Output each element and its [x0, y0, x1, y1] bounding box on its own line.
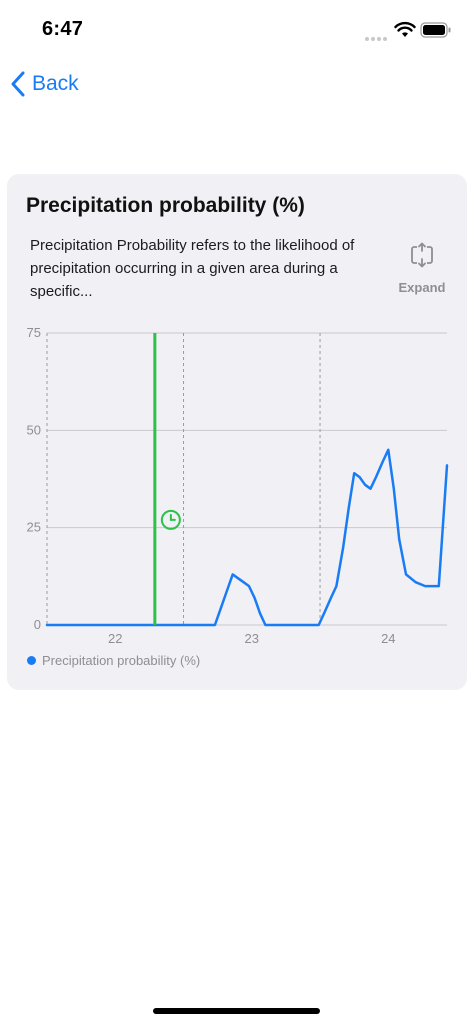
- home-indicator[interactable]: [153, 1008, 320, 1014]
- status-bar: 6:47: [0, 0, 473, 60]
- cellular-signal-icon: [365, 28, 389, 41]
- x-tick-label: 23: [245, 631, 259, 646]
- x-tick-label: 24: [381, 631, 395, 646]
- back-label: Back: [32, 72, 79, 95]
- back-button[interactable]: Back: [10, 66, 79, 102]
- battery-icon: [420, 21, 452, 44]
- series-line: [45, 448, 449, 627]
- chevron-left-icon: [11, 71, 25, 97]
- legend-dot: [27, 656, 36, 665]
- y-tick-label: 75: [27, 325, 41, 340]
- chart-legend: Precipitation probability (%): [27, 653, 200, 668]
- wifi-icon: [394, 21, 416, 43]
- status-time: 6:47: [42, 18, 84, 40]
- legend-label: Precipitation probability (%): [42, 653, 201, 668]
- y-tick-label: 0: [34, 617, 41, 632]
- clock-hands: [169, 513, 176, 521]
- y-tick-label: 50: [27, 422, 41, 437]
- precipitation-chart: 0 25 50 75 22 23 24: [27, 325, 449, 646]
- precipitation-card: Precipitation probability (%) Precipitat…: [7, 174, 467, 690]
- y-tick-label: 25: [27, 520, 41, 535]
- x-tick-label: 22: [108, 631, 122, 646]
